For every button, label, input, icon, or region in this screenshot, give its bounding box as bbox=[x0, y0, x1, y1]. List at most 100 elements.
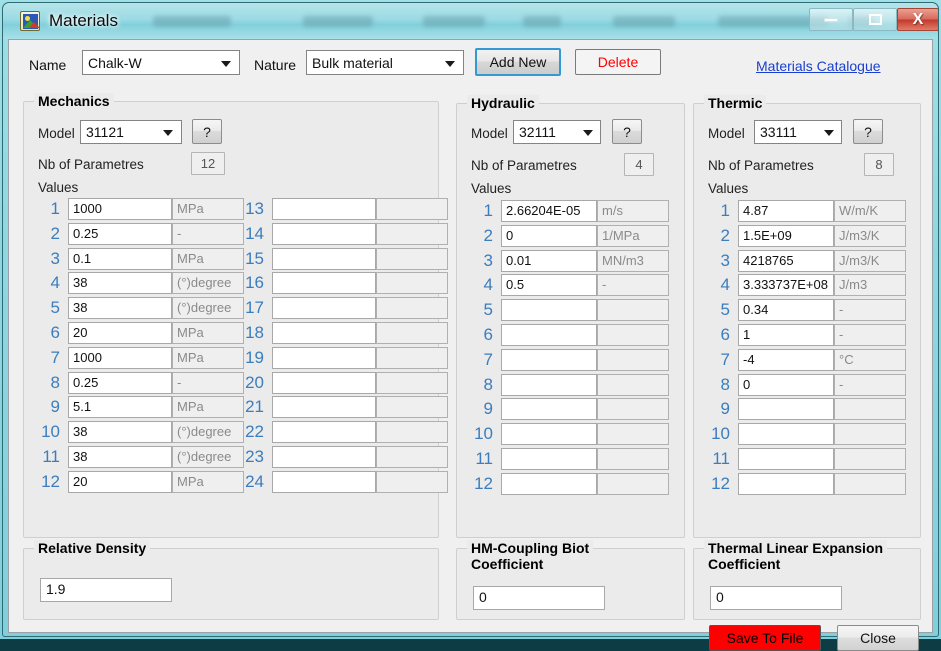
maximize-button[interactable] bbox=[853, 8, 897, 31]
parameter-value-input[interactable] bbox=[272, 372, 376, 394]
parameter-index: 10 bbox=[708, 422, 730, 446]
hydraulic-nb-label: Nb of Parametres bbox=[471, 158, 577, 173]
close-window-button[interactable]: X bbox=[897, 8, 938, 31]
parameter-unit: MPa bbox=[172, 471, 244, 493]
delete-button[interactable]: Delete bbox=[575, 49, 661, 75]
name-combo[interactable]: Chalk-W bbox=[82, 50, 240, 75]
parameter-value-input[interactable] bbox=[501, 473, 597, 495]
thermic-nb-value: 8 bbox=[864, 153, 894, 176]
thermal-expansion-group: Thermal Linear Expansion Coefficient 0 bbox=[693, 548, 921, 620]
parameter-value-input[interactable]: 0.01 bbox=[501, 250, 597, 272]
parameter-value-input[interactable] bbox=[272, 297, 376, 319]
mechanics-help-button[interactable]: ? bbox=[192, 119, 222, 144]
mechanics-model-label: Model bbox=[38, 126, 75, 141]
maximize-icon bbox=[869, 14, 882, 25]
parameter-value-input[interactable] bbox=[501, 349, 597, 371]
parameter-index: 12 bbox=[471, 472, 493, 496]
parameter-value-input[interactable]: 2.66204E-05 bbox=[501, 200, 597, 222]
mechanics-model-combo[interactable]: 31121 bbox=[80, 120, 182, 144]
parameter-unit bbox=[597, 423, 669, 445]
relative-density-input[interactable]: 1.9 bbox=[40, 578, 172, 602]
parameter-value-input[interactable]: 3.333737E+08 bbox=[738, 274, 834, 296]
parameter-value-input[interactable] bbox=[272, 347, 376, 369]
thermal-expansion-input[interactable]: 0 bbox=[710, 586, 842, 610]
parameter-value-input[interactable] bbox=[501, 299, 597, 321]
parameter-index: 24 bbox=[238, 470, 264, 494]
parameter-value-input[interactable]: 38 bbox=[68, 446, 172, 468]
materials-catalogue-link[interactable]: Materials Catalogue bbox=[756, 58, 881, 74]
thermic-model-combo[interactable]: 33111 bbox=[754, 120, 842, 144]
parameter-index: 4 bbox=[38, 271, 60, 295]
parameter-value-input[interactable] bbox=[272, 248, 376, 270]
add-new-button[interactable]: Add New bbox=[475, 48, 561, 76]
parameter-value-input[interactable] bbox=[738, 473, 834, 495]
hydraulic-model-combo[interactable]: 32111 bbox=[513, 120, 601, 144]
parameter-value-input[interactable] bbox=[272, 396, 376, 418]
parameter-index: 14 bbox=[238, 222, 264, 246]
hydraulic-help-button[interactable]: ? bbox=[612, 119, 642, 144]
parameter-unit: - bbox=[834, 299, 906, 321]
parameter-value-input[interactable] bbox=[501, 374, 597, 396]
parameter-value-input[interactable]: 38 bbox=[68, 297, 172, 319]
hydraulic-nb-value: 4 bbox=[624, 153, 654, 176]
parameter-unit bbox=[597, 473, 669, 495]
parameter-value-input[interactable] bbox=[501, 448, 597, 470]
save-to-file-button[interactable]: Save To File bbox=[709, 625, 821, 651]
parameter-value-input[interactable] bbox=[738, 448, 834, 470]
parameter-value-input[interactable] bbox=[738, 398, 834, 420]
parameter-value-input[interactable]: 0 bbox=[738, 374, 834, 396]
parameter-value-input[interactable]: 38 bbox=[68, 421, 172, 443]
thermic-nb-label: Nb of Parametres bbox=[708, 158, 814, 173]
parameter-value-input[interactable]: 1.5E+09 bbox=[738, 225, 834, 247]
parameter-value-input[interactable]: 0.1 bbox=[68, 248, 172, 270]
mechanics-legend: Mechanics bbox=[34, 93, 114, 109]
parameter-value-input[interactable] bbox=[272, 272, 376, 294]
mechanics-help-label: ? bbox=[203, 124, 211, 140]
parameter-value-input[interactable]: 20 bbox=[68, 471, 172, 493]
parameter-value-input[interactable] bbox=[501, 324, 597, 346]
mechanics-nb-label: Nb of Parametres bbox=[38, 157, 144, 172]
parameter-value-input[interactable] bbox=[738, 423, 834, 445]
parameter-unit: - bbox=[597, 274, 669, 296]
parameter-value-input[interactable] bbox=[272, 198, 376, 220]
parameter-value-input[interactable] bbox=[272, 471, 376, 493]
hm-coupling-input[interactable]: 0 bbox=[473, 586, 605, 610]
parameter-value-input[interactable]: 4218765 bbox=[738, 250, 834, 272]
close-dialog-button[interactable]: Close bbox=[837, 625, 919, 651]
thermal-expansion-legend: Thermal Linear Expansion Coefficient bbox=[704, 540, 887, 572]
parameter-unit bbox=[376, 223, 448, 245]
parameter-value-input[interactable] bbox=[501, 398, 597, 420]
parameter-value-input[interactable]: 0 bbox=[501, 225, 597, 247]
parameter-value-input[interactable]: 1000 bbox=[68, 347, 172, 369]
parameter-value-input[interactable]: 4.87 bbox=[738, 200, 834, 222]
parameter-value-input[interactable]: 0.25 bbox=[68, 223, 172, 245]
nature-combo[interactable]: Bulk material bbox=[306, 50, 464, 75]
parameter-value-input[interactable]: 5.1 bbox=[68, 396, 172, 418]
parameter-index: 1 bbox=[471, 199, 493, 223]
parameter-value-input[interactable] bbox=[272, 223, 376, 245]
name-combo-value: Chalk-W bbox=[88, 55, 142, 71]
parameter-value-input[interactable] bbox=[272, 322, 376, 344]
minimize-button[interactable] bbox=[809, 8, 853, 31]
parameter-value-input[interactable]: 0.25 bbox=[68, 372, 172, 394]
parameter-index: 22 bbox=[238, 420, 264, 444]
parameter-value-input[interactable] bbox=[272, 421, 376, 443]
thermic-help-button[interactable]: ? bbox=[853, 119, 883, 144]
parameter-value-input[interactable]: 1 bbox=[738, 324, 834, 346]
parameter-unit bbox=[834, 448, 906, 470]
parameter-value-input[interactable] bbox=[272, 446, 376, 468]
parameter-unit: (°)degree bbox=[172, 446, 244, 468]
parameter-unit bbox=[376, 248, 448, 270]
parameter-index: 6 bbox=[708, 323, 730, 347]
parameter-value-input[interactable]: -4 bbox=[738, 349, 834, 371]
chevron-down-icon bbox=[824, 130, 834, 136]
parameter-value-input[interactable]: 38 bbox=[68, 272, 172, 294]
parameter-value-input[interactable]: 0.5 bbox=[501, 274, 597, 296]
parameter-unit: MN/m3 bbox=[597, 250, 669, 272]
parameter-value-input[interactable]: 0.34 bbox=[738, 299, 834, 321]
parameter-value-input[interactable]: 20 bbox=[68, 322, 172, 344]
parameter-index: 1 bbox=[708, 199, 730, 223]
parameter-value-input[interactable]: 1000 bbox=[68, 198, 172, 220]
parameter-value-input[interactable] bbox=[501, 423, 597, 445]
close-dialog-label: Close bbox=[860, 630, 896, 646]
